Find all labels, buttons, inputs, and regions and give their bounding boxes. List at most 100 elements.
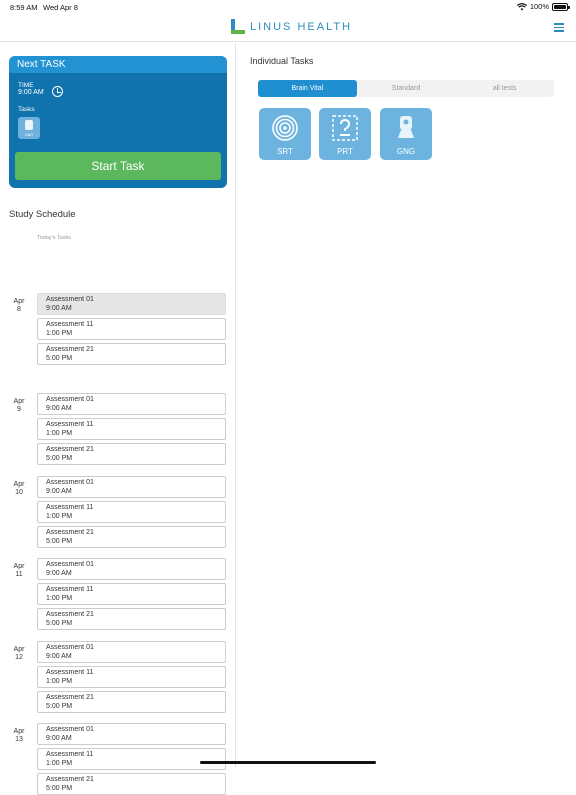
slot-time: 5:00 PM [46, 454, 73, 462]
task-filter-tabs: Brain Vital Standard all tests [258, 80, 554, 97]
slot-assessment-name: Assessment 01 [46, 726, 94, 733]
day-month: Apr [13, 398, 25, 405]
slot-time: 1:00 PM [46, 759, 73, 767]
day-month: Apr [13, 298, 25, 305]
slot-time: 1:00 PM [46, 677, 73, 685]
slot-time: 9:00 AM [46, 652, 72, 660]
slot-time: 9:00 AM [46, 487, 72, 495]
prt-task-tile[interactable]: PRT [319, 108, 371, 160]
day-number: 13 [15, 736, 23, 743]
day-number: 10 [15, 489, 23, 496]
schedule-slot[interactable]: Assessment 21 5:00 PM [37, 691, 226, 713]
schedule-day-label: Apr 11 [10, 563, 28, 579]
srt-label: SRT [277, 147, 293, 156]
slot-time: 1:00 PM [46, 429, 73, 437]
schedule-day-label: Apr 13 [10, 728, 28, 744]
time-value: 9:00 AM [18, 89, 44, 96]
slot-assessment-name: Assessment 01 [46, 644, 94, 651]
gng-task-label: GNG [25, 133, 33, 137]
day-month: Apr [13, 563, 25, 570]
clock-icon [52, 86, 63, 97]
slot-assessment-name: Assessment 01 [46, 479, 94, 486]
start-task-button[interactable]: Start Task [15, 152, 221, 180]
home-indicator [200, 761, 376, 764]
day-number: 11 [15, 571, 23, 578]
gng-task-icon: GNG [18, 117, 40, 139]
gng-task-tile[interactable]: GNG [380, 108, 432, 160]
prt-label: PRT [337, 147, 353, 156]
schedule-day-label: Apr 9 [10, 398, 28, 414]
slot-time: 1:00 PM [46, 594, 73, 602]
status-right: 100% [516, 2, 570, 11]
tab-brain-vital[interactable]: Brain Vital [258, 80, 357, 97]
next-task-title: Next TASK [9, 56, 227, 73]
schedule-slot[interactable]: Assessment 01 9:00 AM [37, 393, 226, 415]
robot-icon [25, 120, 33, 130]
day-month: Apr [13, 481, 25, 488]
schedule-slot[interactable]: Assessment 21 5:00 PM [37, 526, 226, 548]
wifi-icon [516, 2, 527, 10]
slot-time: 5:00 PM [46, 619, 73, 627]
left-panel: Next TASK TIME 9:00 AM Tasks GNG Start T… [0, 43, 236, 795]
schedule-slot[interactable]: Assessment 01 9:00 AM [37, 723, 226, 745]
slot-time: 5:00 PM [46, 537, 73, 545]
next-task-card: Next TASK TIME 9:00 AM Tasks GNG Start T… [9, 56, 227, 188]
day-number: 9 [17, 406, 21, 413]
slot-assessment-name: Assessment 01 [46, 561, 94, 568]
schedule-slot[interactable]: Assessment 01 9:00 AM [37, 641, 226, 663]
tasks-label: Tasks [18, 106, 35, 113]
schedule-day-label: Apr 10 [10, 481, 28, 497]
schedule-slot[interactable]: Assessment 11 1:00 PM [37, 666, 226, 688]
slot-time: 5:00 PM [46, 354, 73, 362]
schedule-slot[interactable]: Assessment 21 5:00 PM [37, 608, 226, 630]
nav-bar: LINUS HEALTH [0, 14, 576, 42]
day-month: Apr [13, 646, 25, 653]
battery-icon [552, 2, 570, 11]
schedule-slot[interactable]: Assessment 01 9:00 AM [37, 293, 226, 315]
schedule-slot[interactable]: Assessment 21 5:00 PM [37, 443, 226, 465]
slot-time: 9:00 AM [46, 569, 72, 577]
schedule-slot[interactable]: Assessment 01 9:00 AM [37, 558, 226, 580]
schedule-day-label: Apr 12 [10, 646, 28, 662]
slot-assessment-name: Assessment 21 [46, 446, 94, 453]
brand-logo: LINUS HEALTH [231, 19, 352, 34]
todays-tasks-label: Today's Tasks [37, 235, 71, 241]
day-number: 12 [15, 654, 23, 661]
linus-logo-icon [231, 19, 245, 34]
slot-assessment-name: Assessment 11 [46, 669, 94, 676]
hamburger-menu-icon[interactable] [554, 23, 564, 32]
time-label: TIME [18, 82, 34, 89]
schedule-slot[interactable]: Assessment 01 9:00 AM [37, 476, 226, 498]
tab-standard[interactable]: Standard [357, 80, 456, 97]
right-panel: Individual Tasks Brain Vital Standard al… [237, 43, 576, 768]
slot-time: 1:00 PM [46, 512, 73, 520]
slot-time: 5:00 PM [46, 784, 73, 792]
slot-time: 9:00 AM [46, 734, 72, 742]
individual-tasks-title: Individual Tasks [250, 56, 314, 66]
srt-task-tile[interactable]: SRT [259, 108, 311, 160]
slot-assessment-name: Assessment 11 [46, 586, 94, 593]
status-date: Wed Apr 8 [43, 3, 78, 12]
robot-icon [398, 116, 414, 138]
slot-assessment-name: Assessment 21 [46, 529, 94, 536]
status-bar: 8:59 AM Wed Apr 8 100% [0, 0, 576, 14]
question-icon [332, 115, 358, 141]
schedule-slot[interactable]: Assessment 11 1:00 PM [37, 418, 226, 440]
schedule-slot[interactable]: Assessment 11 1:00 PM [37, 501, 226, 523]
tab-all-tests[interactable]: all tests [455, 80, 554, 97]
gng-label: GNG [396, 147, 416, 156]
battery-percent: 100% [529, 2, 549, 11]
slot-assessment-name: Assessment 21 [46, 346, 94, 353]
slot-assessment-name: Assessment 21 [46, 694, 94, 701]
slot-time: 9:00 AM [46, 304, 72, 312]
schedule-slot[interactable]: Assessment 21 5:00 PM [37, 773, 226, 795]
schedule-slot[interactable]: Assessment 21 5:00 PM [37, 343, 226, 365]
study-schedule-title: Study Schedule [9, 209, 76, 220]
slot-assessment-name: Assessment 11 [46, 421, 94, 428]
slot-assessment-name: Assessment 11 [46, 321, 94, 328]
schedule-slot[interactable]: Assessment 11 1:00 PM [37, 318, 226, 340]
schedule-slot[interactable]: Assessment 11 1:00 PM [37, 583, 226, 605]
slot-assessment-name: Assessment 01 [46, 396, 94, 403]
slot-assessment-name: Assessment 11 [46, 751, 94, 758]
schedule-slot[interactable]: Assessment 11 1:00 PM [37, 748, 226, 770]
